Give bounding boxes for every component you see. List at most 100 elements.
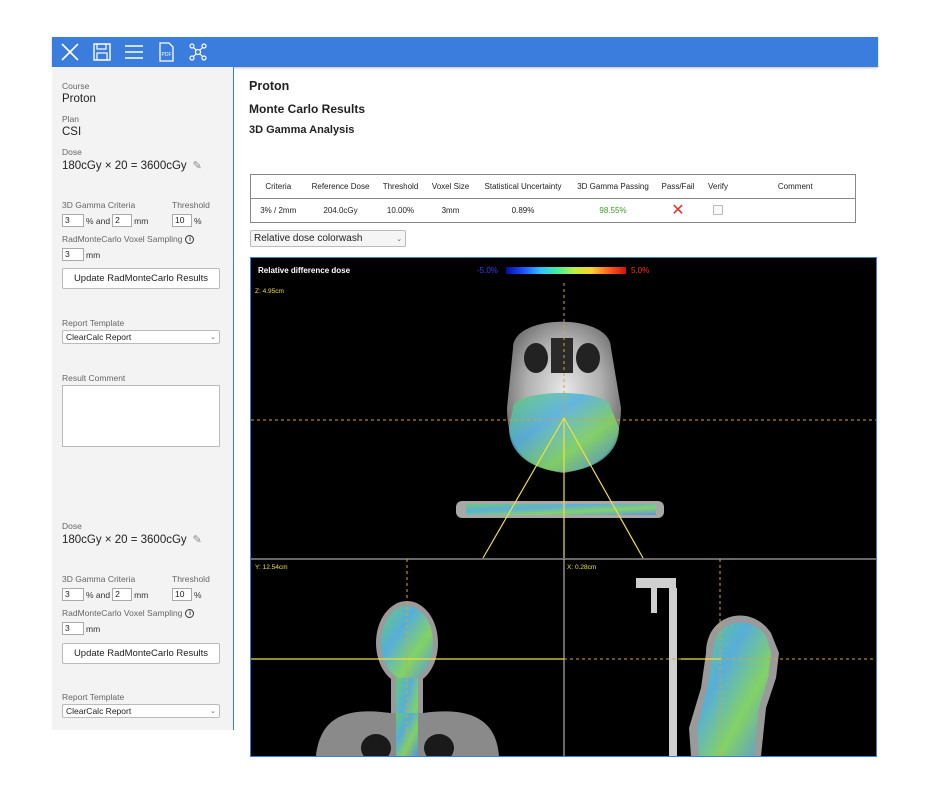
col-gamma-passing: 3D Gamma Passing bbox=[570, 174, 656, 199]
col-statistical-uncertainty: Statistical Uncertainty bbox=[475, 174, 571, 199]
close-icon bbox=[61, 43, 79, 61]
main-panel: Proton Monte Carlo Results 3D Gamma Anal… bbox=[235, 67, 878, 757]
result-comment-textarea[interactable] bbox=[62, 385, 220, 447]
ct-scan-views bbox=[251, 283, 876, 756]
threshold-label-2: Threshold bbox=[172, 574, 210, 584]
cell-comment[interactable] bbox=[736, 199, 856, 223]
cell-gamma-passing: 98.55% bbox=[599, 206, 627, 215]
report-template-select-2[interactable]: ClearCalc Report ⌄ bbox=[62, 704, 220, 718]
pdf-button[interactable]: PDF bbox=[154, 40, 178, 64]
svg-text:PDF: PDF bbox=[162, 52, 172, 58]
menu-button[interactable] bbox=[122, 40, 146, 64]
gamma-criteria-label-2: 3D Gamma Criteria bbox=[62, 574, 136, 584]
info-icon[interactable]: i bbox=[185, 608, 195, 618]
molecule-icon bbox=[189, 43, 207, 61]
report-template-label: Report Template bbox=[62, 318, 125, 328]
plan-value: CSI bbox=[62, 126, 82, 138]
app-window: PDF Course Proton Plan CSI Dose 180cGy ×… bbox=[52, 37, 878, 757]
verify-checkbox[interactable] bbox=[713, 204, 723, 215]
cell-threshold: 10.00% bbox=[386, 206, 415, 215]
gamma-criteria-row: 3 % and 2 mm bbox=[62, 214, 148, 227]
threshold-input[interactable]: 10 bbox=[172, 214, 192, 227]
coronal-view bbox=[251, 559, 564, 756]
chevron-down-icon: ⌄ bbox=[396, 235, 402, 243]
cell-pass-fail: ✕ bbox=[656, 199, 701, 223]
update-results-button[interactable]: Update RadMonteCarlo Results bbox=[62, 268, 220, 289]
gamma-section-title: 3D Gamma Analysis bbox=[249, 124, 355, 136]
cell-voxel-size: 3mm bbox=[441, 206, 460, 215]
edit-pencil-icon[interactable]: ✎ bbox=[193, 533, 202, 546]
edit-pencil-icon[interactable]: ✎ bbox=[193, 159, 202, 172]
dose-label: Dose bbox=[62, 147, 82, 157]
mm-unit-text-2: mm bbox=[134, 589, 149, 600]
sampling-unit-text-2: mm bbox=[86, 623, 101, 634]
colorwash-select[interactable]: Relative dose colorwash ⌄ bbox=[250, 230, 406, 247]
col-verify: Verify bbox=[700, 174, 736, 199]
sampling-label: RadMonteCarlo Voxel Sampling bbox=[62, 234, 183, 244]
gamma-mm-input-2[interactable]: 2 bbox=[112, 588, 133, 601]
course-label: Course bbox=[62, 81, 90, 91]
col-reference-dose: Reference Dose bbox=[305, 174, 376, 199]
report-template-label-2: Report Template bbox=[62, 692, 125, 702]
cell-criteria: 3% / 2mm bbox=[260, 206, 297, 215]
close-button[interactable] bbox=[58, 40, 82, 64]
result-comment-label: Result Comment bbox=[62, 373, 126, 383]
report-template-value-2: ClearCalc Report bbox=[66, 706, 132, 716]
save-icon bbox=[93, 43, 111, 61]
sampling-row-label-2: RadMonteCarlo Voxel Sampling i bbox=[62, 608, 195, 618]
course-value: Proton bbox=[62, 93, 96, 105]
col-criteria: Criteria bbox=[250, 174, 306, 199]
colorwash-value: Relative dose colorwash bbox=[254, 233, 363, 244]
cell-uncertainty: 0.89% bbox=[511, 206, 535, 215]
gamma-criteria-row-2: 3 % and 2 mm bbox=[62, 588, 148, 601]
dose-label-2: Dose bbox=[62, 521, 82, 531]
sampling-row-2: 3 mm bbox=[62, 622, 100, 635]
fail-x-icon: ✕ bbox=[671, 201, 685, 219]
molecule-button[interactable] bbox=[186, 40, 210, 64]
col-threshold: Threshold bbox=[375, 174, 426, 199]
sampling-input[interactable]: 3 bbox=[62, 248, 84, 261]
report-template-value: ClearCalc Report bbox=[66, 332, 132, 342]
gamma-results-table: Criteria Reference Dose Threshold Voxel … bbox=[250, 174, 856, 223]
col-voxel-size: Voxel Size bbox=[425, 174, 476, 199]
menu-icon bbox=[125, 45, 143, 59]
toolbar: PDF bbox=[52, 37, 878, 67]
pdf-icon: PDF bbox=[159, 42, 174, 62]
gamma-pct-input-2[interactable]: 3 bbox=[62, 588, 84, 601]
threshold-input-2[interactable]: 10 bbox=[172, 588, 192, 601]
axial-view bbox=[251, 283, 876, 559]
save-button[interactable] bbox=[90, 40, 114, 64]
report-template-select[interactable]: ClearCalc Report ⌄ bbox=[62, 330, 220, 344]
sampling-input-2[interactable]: 3 bbox=[62, 622, 84, 635]
dose-row-2: 180cGy × 20 = 3600cGy ✎ bbox=[62, 533, 202, 547]
results-title: Monte Carlo Results bbox=[249, 102, 366, 116]
threshold-label: Threshold bbox=[172, 200, 210, 210]
threshold-row-2: 10 % bbox=[172, 588, 202, 601]
dose-image-viewer[interactable]: Relative difference dose -5.0% 5.0% Z: 4… bbox=[250, 257, 877, 757]
mm-unit-text: mm bbox=[134, 215, 149, 226]
page-title: Proton bbox=[249, 79, 290, 93]
gamma-criteria-label: 3D Gamma Criteria bbox=[62, 200, 136, 210]
threshold-unit-text-2: % bbox=[194, 589, 202, 600]
gamma-mm-input[interactable]: 2 bbox=[112, 214, 133, 227]
pct-and-text-2: % and bbox=[86, 589, 111, 600]
sampling-row-label: RadMonteCarlo Voxel Sampling i bbox=[62, 234, 195, 244]
sampling-unit-text: mm bbox=[86, 249, 101, 260]
sagittal-view bbox=[564, 559, 876, 756]
gamma-pct-input[interactable]: 3 bbox=[62, 214, 84, 227]
threshold-row: 10 % bbox=[172, 214, 202, 227]
sampling-row: 3 mm bbox=[62, 248, 100, 261]
update-results-button-2[interactable]: Update RadMonteCarlo Results bbox=[62, 643, 220, 664]
dose-row: 180cGy × 20 = 3600cGy ✎ bbox=[62, 159, 202, 173]
dose-value: 180cGy × 20 = 3600cGy bbox=[62, 159, 187, 172]
col-pass-fail: Pass/Fail bbox=[655, 174, 701, 199]
sidebar: Course Proton Plan CSI Dose 180cGy × 20 … bbox=[52, 67, 234, 730]
sampling-label-2: RadMonteCarlo Voxel Sampling bbox=[62, 608, 183, 618]
dose-value-2: 180cGy × 20 = 3600cGy bbox=[62, 533, 187, 546]
cell-reference-dose: 204.0cGy bbox=[323, 206, 358, 215]
table-row: 3% / 2mm 204.0cGy 10.00% 3mm 0.89% 98.55… bbox=[251, 199, 856, 223]
info-icon[interactable]: i bbox=[185, 234, 195, 244]
col-comment: Comment bbox=[735, 174, 856, 199]
chevron-down-icon: ⌄ bbox=[210, 334, 216, 341]
table-header-row: Criteria Reference Dose Threshold Voxel … bbox=[250, 174, 856, 199]
